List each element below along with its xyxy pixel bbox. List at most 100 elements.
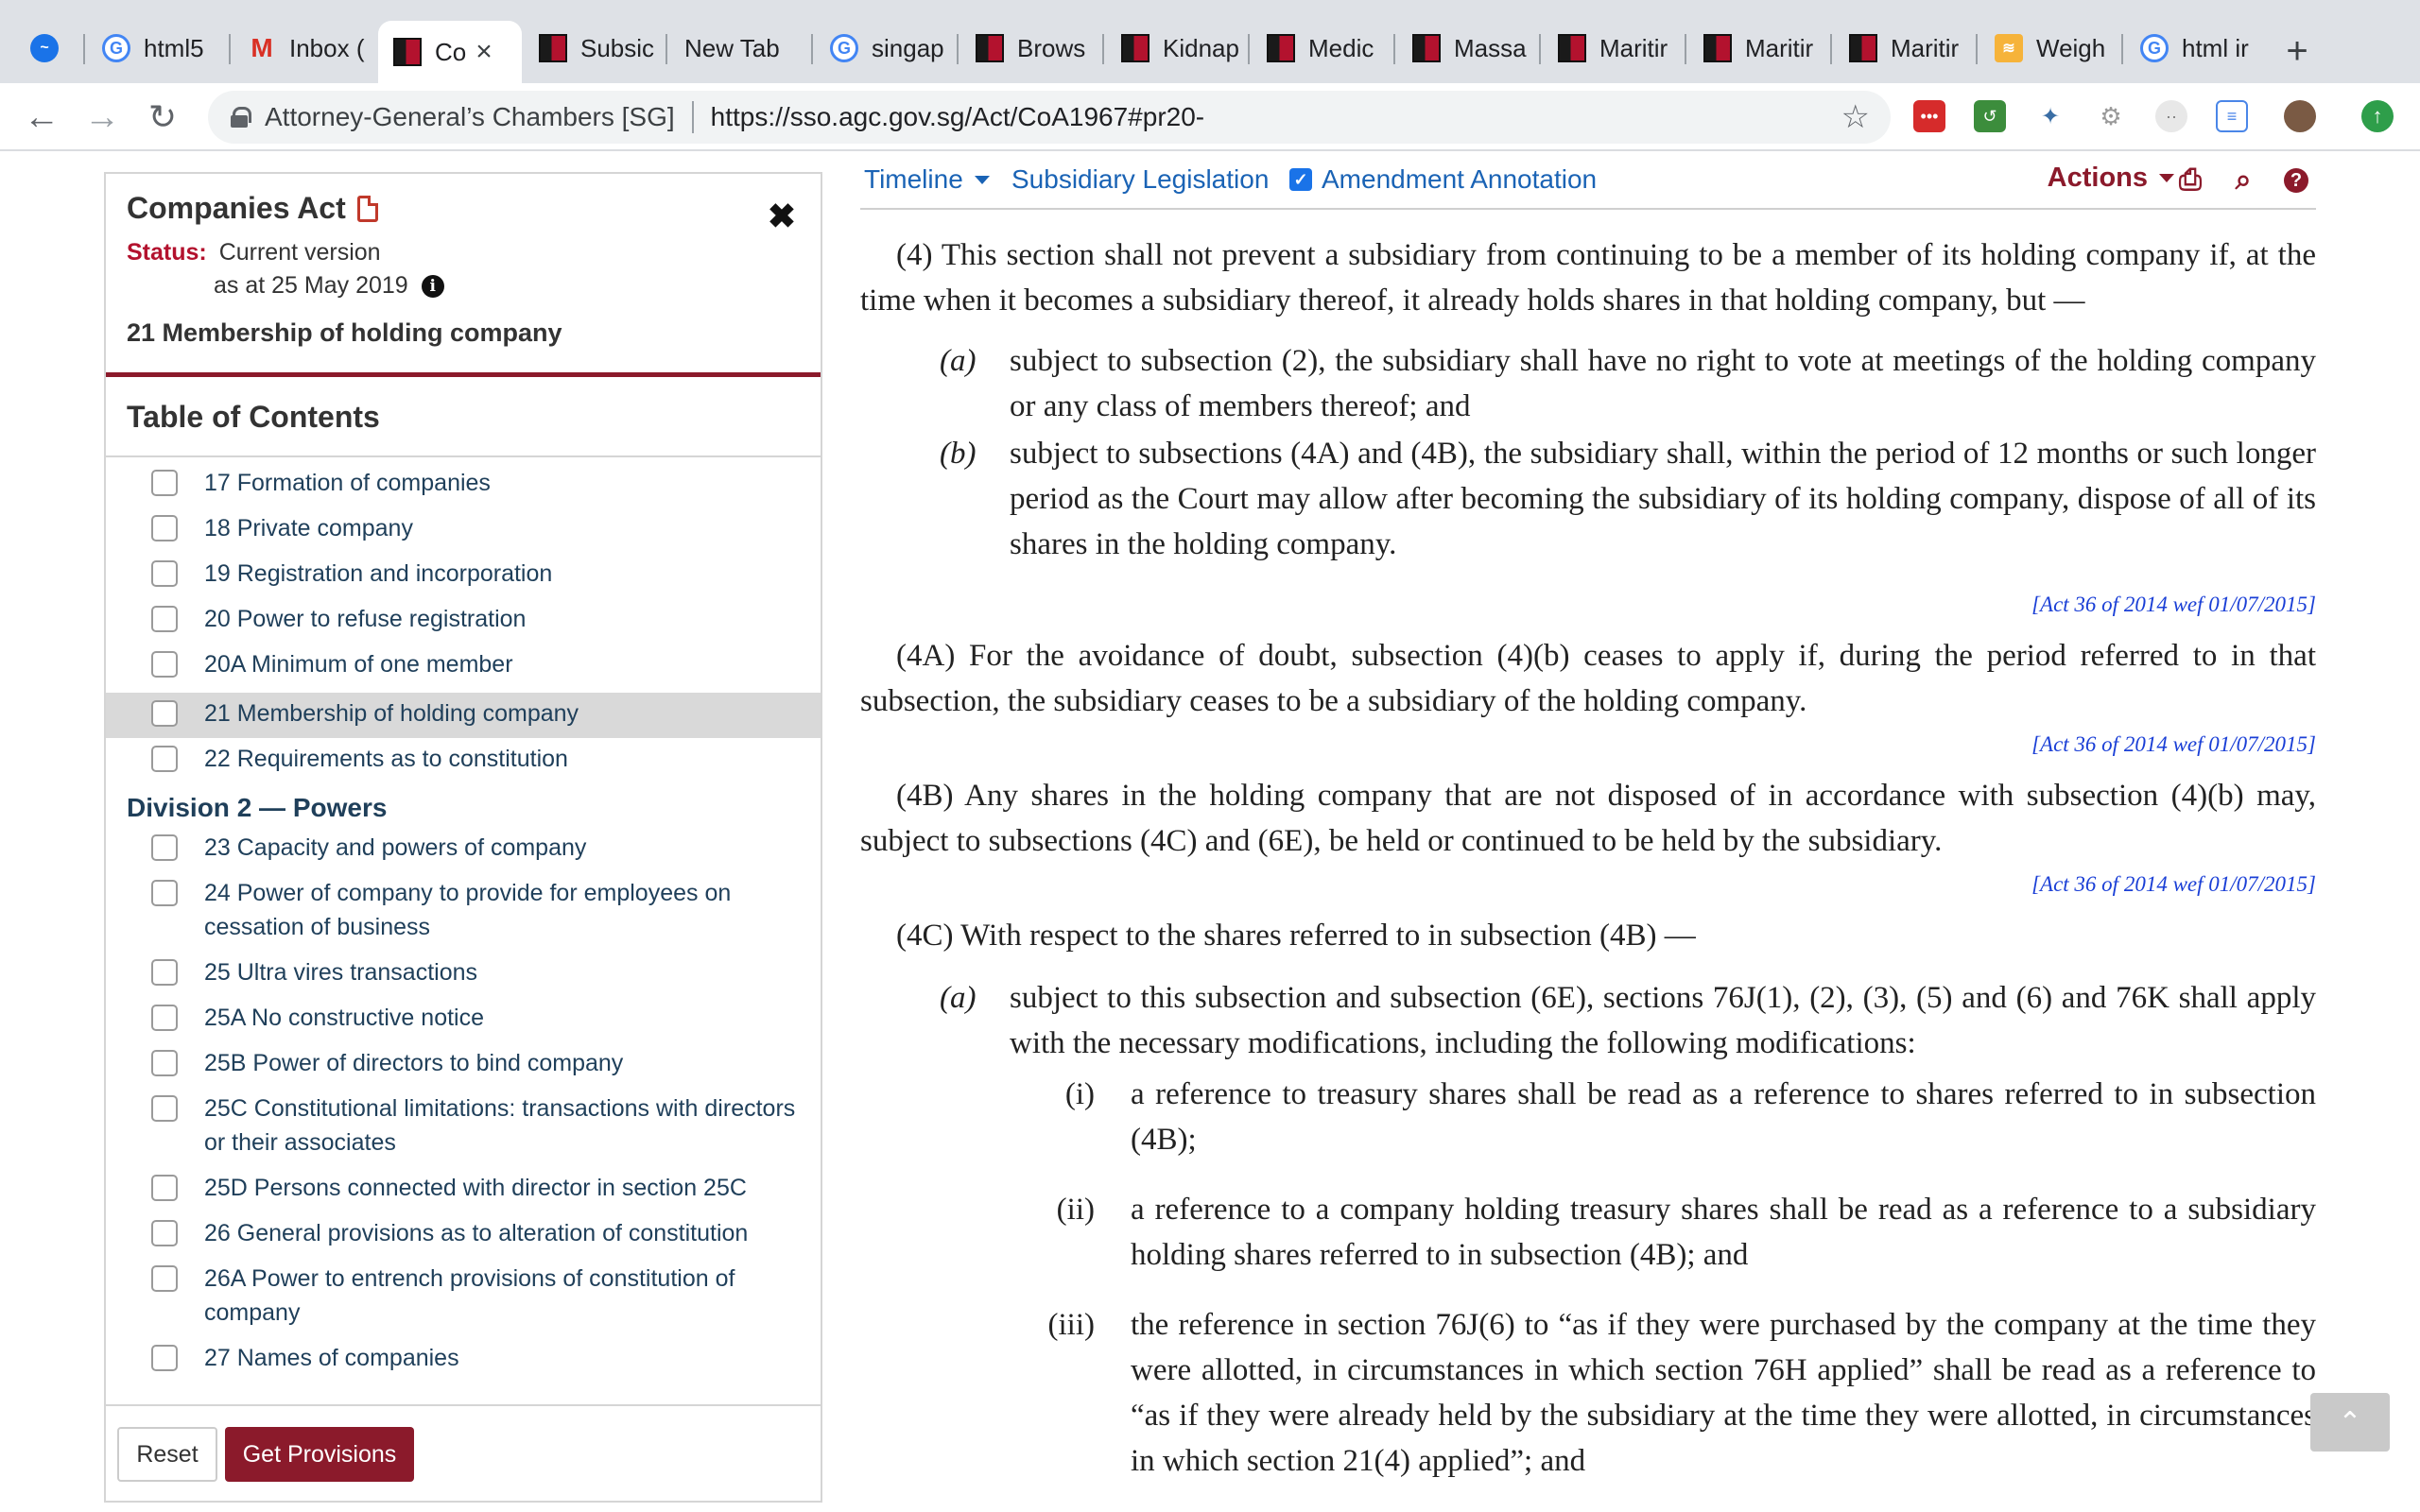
checkbox[interactable]	[151, 1175, 178, 1201]
new-tab-button[interactable]: +	[2273, 26, 2322, 76]
help-icon[interactable]: ?	[2280, 164, 2312, 197]
tab-maritime-3[interactable]: Maritir	[1834, 21, 1978, 76]
extension-lastpass-icon[interactable]: •••	[1913, 100, 1945, 132]
toc-list[interactable]: 17 Formation of companies 18 Private com…	[106, 460, 821, 1405]
subsidiary-legislation-link[interactable]: Subsidiary Legislation	[1011, 164, 1269, 195]
scroll-to-top-button[interactable]: ⌃	[2310, 1393, 2390, 1452]
checkbox[interactable]	[151, 560, 178, 587]
toc-item[interactable]: 25C Constitutional limitations: transact…	[106, 1091, 821, 1171]
toc-division-heading[interactable]: Division 2 — Powers	[106, 783, 821, 831]
checkbox[interactable]	[151, 651, 178, 678]
tab-singapore[interactable]: G singap	[815, 21, 959, 76]
info-icon[interactable]: i	[421, 274, 444, 298]
get-provisions-button[interactable]: Get Provisions	[225, 1427, 414, 1482]
checkbox[interactable]	[151, 1220, 178, 1246]
tab-browse[interactable]: Brows	[960, 21, 1104, 76]
toc-item-label[interactable]: 25 Ultra vires transactions	[204, 955, 477, 989]
checkbox[interactable]	[151, 700, 178, 727]
tab-new-tab[interactable]: New Tab	[669, 21, 813, 76]
toc-item[interactable]: 25D Persons connected with director in s…	[106, 1171, 821, 1216]
extension-sync-icon[interactable]: ↺	[1974, 100, 2006, 132]
tab-messenger[interactable]: ~	[15, 21, 85, 76]
url-text[interactable]: https://sso.agc.gov.sg/Act/CoA1967#pr20-	[711, 102, 1204, 132]
amendment-annotation[interactable]: [Act 36 of 2014 wef 01/07/2015]	[2031, 582, 2316, 627]
toc-item-label[interactable]: 23 Capacity and powers of company	[204, 831, 586, 865]
checkbox[interactable]	[151, 834, 178, 861]
checkbox[interactable]	[151, 746, 178, 772]
tab-kidnap[interactable]: Kidnap	[1106, 21, 1250, 76]
search-icon[interactable]: ⌕	[2227, 164, 2259, 197]
toc-item[interactable]: 20A Minimum of one member	[106, 647, 821, 693]
checkbox[interactable]	[151, 470, 178, 496]
bookmark-star-icon[interactable]: ☆	[1841, 98, 1870, 136]
toc-item-label[interactable]: 26 General provisions as to alteration o…	[204, 1216, 748, 1250]
toc-item-label[interactable]: 20A Minimum of one member	[204, 647, 513, 681]
checkbox[interactable]	[151, 1345, 178, 1371]
tab-html-in[interactable]: G html ir	[2125, 21, 2269, 76]
toc-item-label[interactable]: 19 Registration and incorporation	[204, 557, 552, 591]
extension-doc-icon[interactable]: ≡	[2216, 100, 2248, 132]
tab-maritime-2[interactable]: Maritir	[1688, 21, 1832, 76]
checkbox-checked-icon[interactable]: ✓	[1289, 168, 1312, 191]
actions-dropdown[interactable]: Actions	[2048, 163, 2174, 194]
tab-inbox[interactable]: M Inbox (	[233, 21, 376, 76]
update-arrow-icon[interactable]: ↑	[2361, 100, 2394, 132]
tab-subsidiary[interactable]: Subsic	[524, 21, 667, 76]
toc-item-label[interactable]: 25B Power of directors to bind company	[204, 1046, 623, 1080]
amendment-annotation-toggle[interactable]: ✓ Amendment Annotation	[1289, 164, 1597, 195]
extension-face-icon[interactable]: ··	[2155, 100, 2187, 132]
tab-medical[interactable]: Medic	[1252, 21, 1395, 76]
toc-item[interactable]: 26A Power to entrench provisions of cons…	[106, 1262, 821, 1341]
checkbox[interactable]	[151, 880, 178, 906]
toc-item[interactable]: 27 Names of companies	[106, 1341, 821, 1386]
close-panel-icon[interactable]: ✖	[768, 197, 796, 236]
toc-item-label[interactable]: 22 Requirements as to constitution	[204, 742, 568, 776]
reset-button[interactable]: Reset	[117, 1427, 217, 1482]
timeline-dropdown[interactable]: Timeline	[864, 164, 990, 195]
toc-item[interactable]: 19 Registration and incorporation	[106, 557, 821, 602]
toc-item-label[interactable]: 18 Private company	[204, 511, 413, 545]
toc-item[interactable]: 17 Formation of companies	[106, 466, 821, 511]
profile-avatar[interactable]	[2284, 100, 2316, 132]
checkbox[interactable]	[151, 606, 178, 632]
checkbox[interactable]	[151, 1095, 178, 1122]
toc-item-label[interactable]: 21 Membership of holding company	[204, 696, 579, 730]
amendment-annotation[interactable]: [Act 36 of 2014 wef 01/07/2015]	[2031, 862, 2316, 907]
toc-item-label[interactable]: 26A Power to entrench provisions of cons…	[204, 1262, 802, 1330]
toc-item[interactable]: 24 Power of company to provide for emplo…	[106, 876, 821, 955]
toc-item-label[interactable]: 25D Persons connected with director in s…	[204, 1171, 747, 1205]
extension-satellite-icon[interactable]: ✦	[2034, 100, 2066, 132]
toc-item-label[interactable]: 27 Names of companies	[204, 1341, 459, 1375]
toc-item-label[interactable]: 25A No constructive notice	[204, 1001, 484, 1035]
print-icon[interactable]: ⎙	[2174, 164, 2206, 197]
pdf-icon[interactable]	[356, 195, 378, 222]
back-arrow-icon[interactable]: ←	[17, 93, 66, 142]
checkbox[interactable]	[151, 959, 178, 986]
toc-item[interactable]: 25A No constructive notice	[106, 1001, 821, 1046]
toc-item[interactable]: 25B Power of directors to bind company	[106, 1046, 821, 1091]
address-bar[interactable]: Attorney-General’s Chambers [SG] https:/…	[208, 91, 1891, 144]
tab-maritime-1[interactable]: Maritir	[1543, 21, 1686, 76]
checkbox[interactable]	[151, 1265, 178, 1292]
toc-item[interactable]: 26 General provisions as to alteration o…	[106, 1216, 821, 1262]
amendment-annotation[interactable]: [Act 36 of 2014 wef 01/07/2015]	[2031, 722, 2316, 767]
forward-arrow-icon[interactable]: →	[78, 93, 127, 142]
checkbox[interactable]	[151, 1050, 178, 1076]
toc-item[interactable]: 18 Private company	[106, 511, 821, 557]
close-icon[interactable]: ×	[475, 36, 493, 68]
tab-companies-act-active[interactable]: Co ×	[378, 21, 522, 83]
toc-item[interactable]: 23 Capacity and powers of company	[106, 831, 821, 876]
toc-item-selected[interactable]: 21 Membership of holding company	[106, 693, 821, 738]
toc-item-label[interactable]: 20 Power to refuse registration	[204, 602, 526, 636]
extension-gear-icon[interactable]: ⚙	[2095, 100, 2127, 132]
toc-item-label[interactable]: 17 Formation of companies	[204, 466, 491, 500]
reload-icon[interactable]: ↻	[138, 93, 187, 142]
toc-item-label[interactable]: 24 Power of company to provide for emplo…	[204, 876, 802, 944]
toc-item[interactable]: 20 Power to refuse registration	[106, 602, 821, 647]
toc-item[interactable]: 22 Requirements as to constitution	[106, 738, 821, 783]
toc-item[interactable]: 25 Ultra vires transactions	[106, 955, 821, 1001]
tab-massage[interactable]: Massa	[1397, 21, 1541, 76]
checkbox[interactable]	[151, 1005, 178, 1031]
tab-html5[interactable]: G html5	[87, 21, 231, 76]
tab-weigh[interactable]: ≋ Weigh	[1979, 21, 2123, 76]
